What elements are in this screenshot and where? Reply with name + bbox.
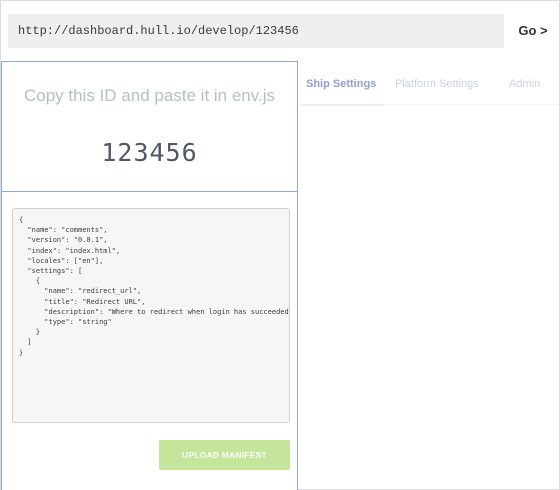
app-id-section: Copy this ID and paste it in env.js 1234… (2, 62, 297, 192)
url-bar: http://dashboard.hull.io/develop/123456 … (1, 1, 559, 61)
tab-platform-settings[interactable]: Platform Settings (395, 78, 479, 90)
go-button[interactable]: Go > (511, 14, 555, 48)
app-id-value[interactable]: 123456 (2, 138, 297, 167)
tab-admin[interactable]: Admin (509, 78, 540, 90)
active-tab-indicator (303, 104, 383, 106)
settings-tabs: Ship Settings Platform Settings Admin (299, 61, 559, 106)
manifest-content: { "name": "comments", "version": "0.0.1"… (19, 216, 289, 357)
app-window: http://dashboard.hull.io/develop/123456 … (0, 0, 560, 490)
developer-panel: Copy this ID and paste it in env.js 1234… (1, 61, 298, 490)
manifest-textarea[interactable]: { "name": "comments", "version": "0.0.1"… (12, 208, 290, 423)
upload-manifest-button[interactable]: UPLOAD MANIFEST (159, 440, 290, 470)
url-input[interactable]: http://dashboard.hull.io/develop/123456 (8, 14, 504, 48)
copy-id-instruction: Copy this ID and paste it in env.js (23, 86, 276, 105)
tab-ship-settings[interactable]: Ship Settings (306, 78, 376, 90)
